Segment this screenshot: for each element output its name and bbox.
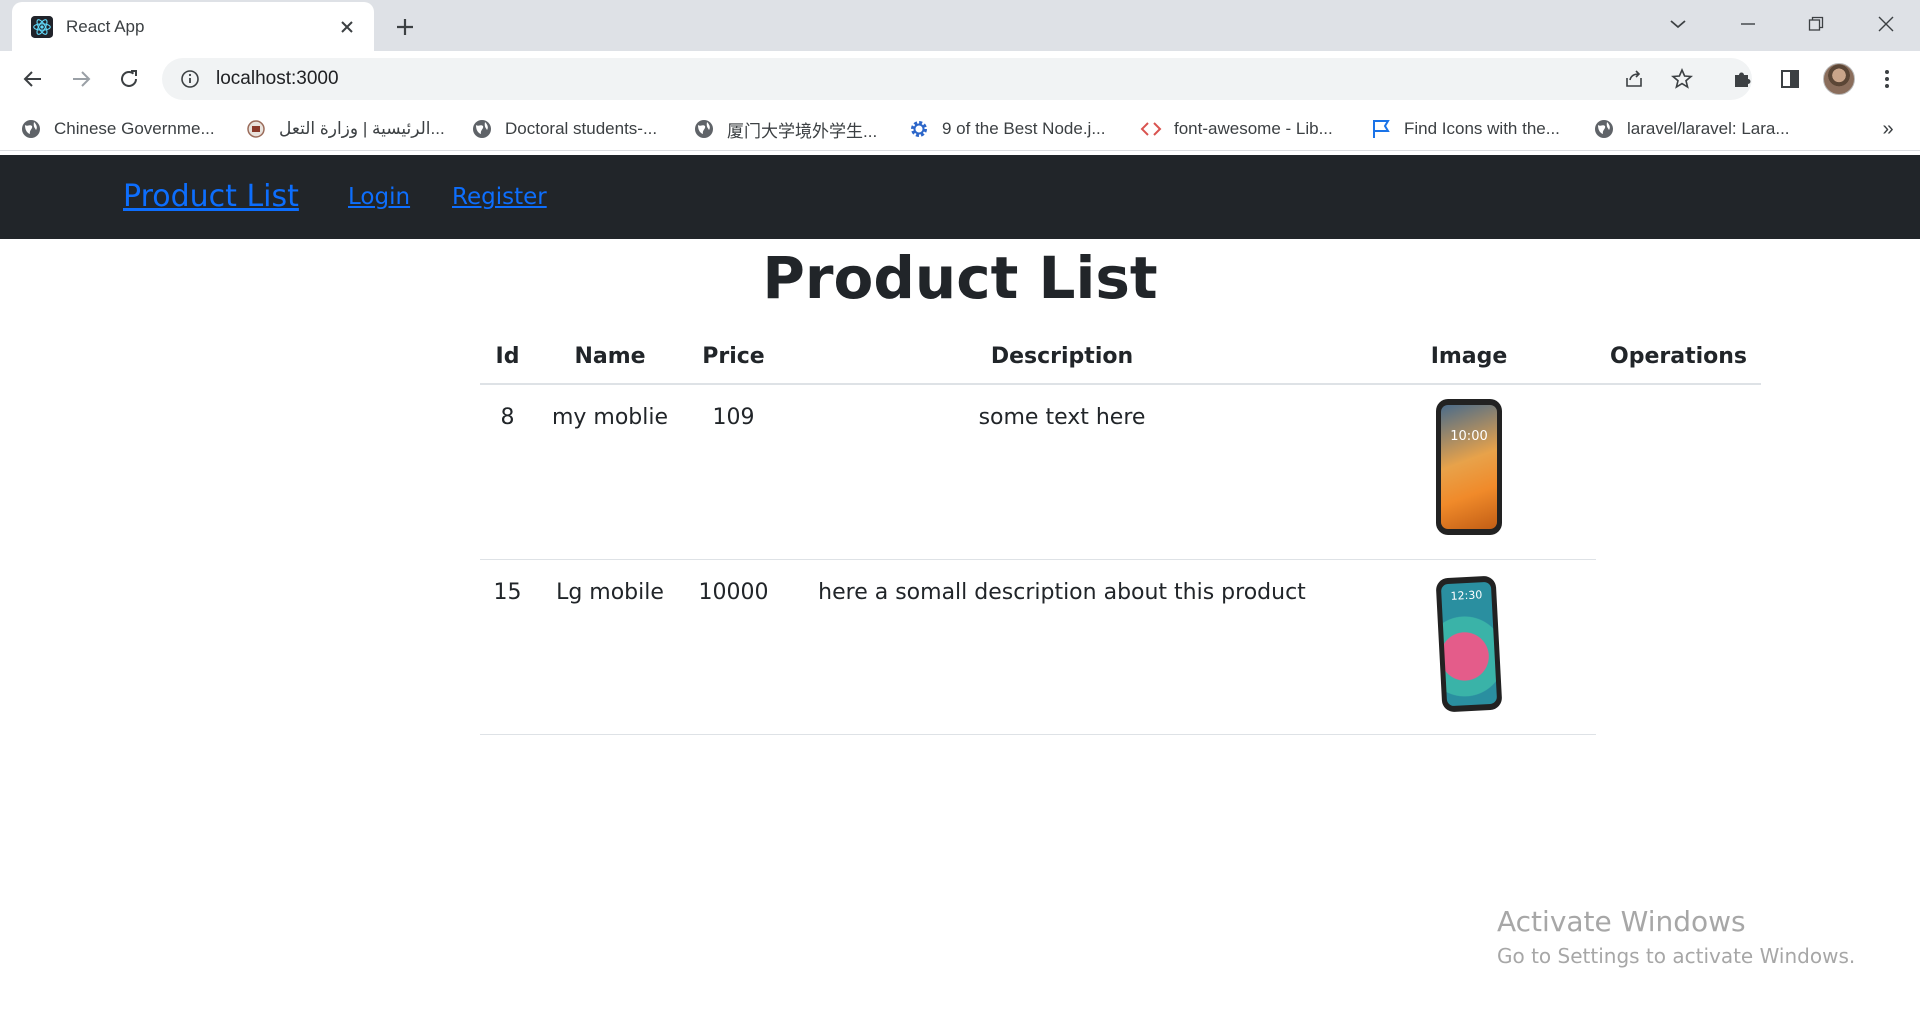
cell-name: my moblie [535,384,685,560]
header-id: Id [480,330,535,385]
header-price: Price [685,330,782,385]
bookmark-item[interactable]: 9 of the Best Node.j... [908,115,1105,143]
close-tab-icon[interactable] [334,14,360,40]
cell-price: 109 [685,384,782,560]
bookmark-item[interactable]: Chinese Governme... [20,115,215,143]
ministry-logo-icon [245,118,267,140]
forward-icon[interactable] [64,62,98,96]
globe-icon [20,118,42,140]
extensions-icon[interactable] [1725,62,1759,96]
code-icon [1140,118,1162,140]
menu-kebab-icon[interactable] [1870,62,1904,96]
browser-tab[interactable]: React App [12,2,374,51]
reload-icon[interactable] [112,62,146,96]
globe-icon [693,118,715,140]
cell-description: here a somall description about this pro… [782,559,1342,735]
globe-icon [1593,118,1615,140]
side-panel-icon[interactable] [1773,62,1807,96]
close-window-icon[interactable] [1868,8,1904,40]
tab-title: React App [66,16,145,36]
profile-avatar[interactable] [1823,63,1855,95]
product-image: 10:00 [1436,399,1502,535]
header-description: Description [782,330,1342,385]
bookmark-item[interactable]: الرئيسية | وزارة التعل... [245,115,445,143]
cell-image: 10:00 [1342,384,1596,560]
new-tab-icon[interactable] [390,12,420,42]
cell-operations [1596,384,1761,559]
product-image: 12:30 [1435,575,1503,712]
cell-price: 10000 [685,559,782,735]
table-row: 15 Lg mobile 10000 here a somall descrip… [480,559,1761,735]
nav-register-link[interactable]: Register [452,184,547,210]
cell-id: 8 [480,384,535,560]
header-name: Name [535,330,685,385]
cell-operations [1596,559,1761,734]
bookmarks-bar: Chinese Governme... الرئيسية | وزارة الت… [0,107,1920,151]
address-bar[interactable]: localhost:3000 [162,58,1752,100]
gear-icon [908,118,930,140]
table-row: 8 my moblie 109 some text here 10:00 [480,384,1761,560]
flag-icon [1370,118,1392,140]
share-icon[interactable] [1617,62,1651,96]
watermark-title: Activate Windows [1497,905,1746,938]
table-header-row: Id Name Price Description Image Operatio… [480,330,1761,385]
bookmark-item[interactable]: Doctoral students-... [471,115,657,143]
tab-search-chevron-icon[interactable] [1660,8,1696,40]
product-table: Id Name Price Description Image Operatio… [480,330,1761,735]
watermark-subtitle: Go to Settings to activate Windows. [1497,944,1856,968]
url-text: localhost:3000 [216,68,339,89]
browser-toolbar: localhost:3000 [0,51,1920,107]
tab-strip: React App [0,0,1920,51]
app-navbar: Product List Login Register [0,155,1920,239]
bookmark-item[interactable]: laravel/laravel: Lara... [1593,115,1790,143]
cell-image: 12:30 [1342,559,1596,735]
cell-name: Lg mobile [535,559,685,735]
cell-description: some text here [782,384,1342,560]
phone-screen-time: 10:00 [1441,405,1497,529]
bookmark-item[interactable]: font-awesome - Lib... [1140,115,1333,143]
bookmark-star-icon[interactable] [1665,62,1699,96]
globe-icon [471,118,493,140]
nav-brand-link[interactable]: Product List [123,179,299,214]
site-info-icon[interactable] [178,67,202,91]
header-image: Image [1342,330,1596,385]
react-logo-icon [30,15,54,39]
bookmarks-overflow-button[interactable]: » [1876,116,1900,142]
bookmark-item[interactable]: Find Icons with the... [1370,115,1560,143]
restore-icon[interactable] [1798,8,1834,40]
product-table-wrapper: Id Name Price Description Image Operatio… [480,330,1761,735]
nav-login-link[interactable]: Login [348,184,410,210]
header-operations: Operations [1596,330,1761,385]
cell-id: 15 [480,559,535,735]
minimize-icon[interactable] [1730,8,1766,40]
page-title: Product List [762,244,1158,312]
back-icon[interactable] [16,62,50,96]
activate-windows-watermark: Activate Windows Go to Settings to activ… [1497,905,1855,968]
phone-screen-time: 12:30 [1440,581,1498,706]
bookmark-item[interactable]: 厦门大学境外学生... [693,115,877,143]
